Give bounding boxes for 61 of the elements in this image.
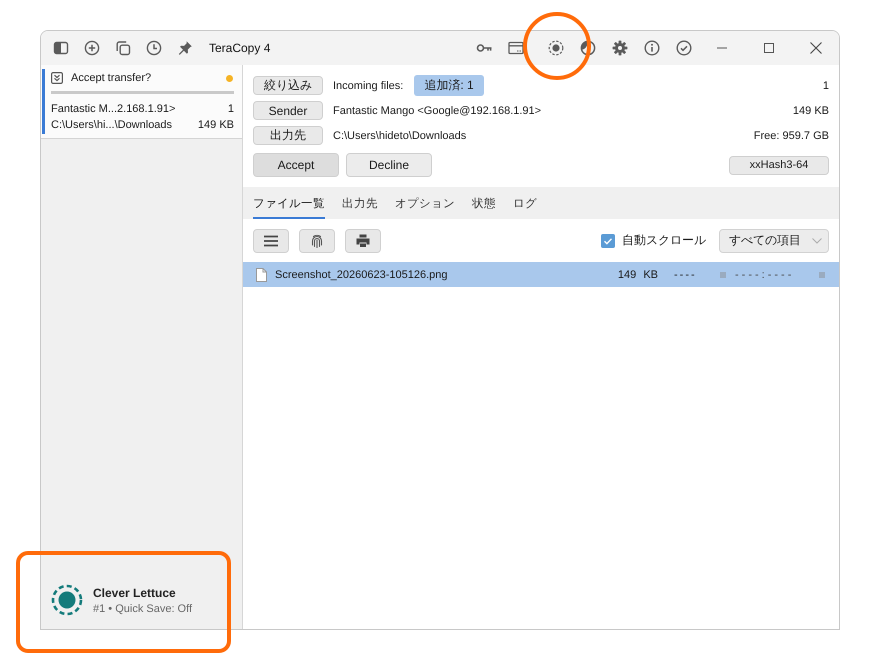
history-icon[interactable] <box>146 40 162 56</box>
transfer-size: 149 KB <box>198 118 234 133</box>
window-title: TeraCopy 4 <box>209 41 270 55</box>
sender-button[interactable]: Sender <box>253 101 323 120</box>
tab[interactable]: ファイル一覧 <box>253 187 325 219</box>
settings-icon[interactable] <box>612 40 628 56</box>
transfer-sender: Fantastic M...2.168.1.91> <box>51 102 176 117</box>
profile-detail: #1 • Quick Save: Off <box>93 602 192 614</box>
file-size: 149 KB <box>616 268 658 280</box>
double-chevron-down-icon <box>51 72 63 84</box>
menu-button[interactable] <box>253 228 289 252</box>
highlight-circle <box>523 12 591 80</box>
filter-button[interactable]: 絞り込み <box>253 76 323 95</box>
destination-path: C:\Users\hideto\Downloads <box>333 130 466 142</box>
print-button[interactable] <box>345 228 381 252</box>
free-space: Free: 959.7 GB <box>754 130 829 142</box>
profile-ring-icon <box>51 584 83 616</box>
menu-icon <box>264 234 278 246</box>
file-cell-text: ---- <box>674 268 698 280</box>
card-icon[interactable] <box>508 40 524 56</box>
destination-button[interactable]: 出力先 <box>253 126 323 145</box>
copy-icon[interactable] <box>115 40 131 56</box>
profile-name: Clever Lettuce <box>93 586 177 600</box>
filter-dropdown[interactable]: すべての項目 <box>719 228 829 252</box>
fingerprint-button[interactable] <box>299 228 335 252</box>
tab[interactable]: オプション <box>395 187 455 219</box>
maximize-icon <box>764 43 774 53</box>
add-icon[interactable] <box>84 40 100 56</box>
contrast-icon[interactable] <box>580 40 596 56</box>
pin-icon[interactable] <box>177 40 193 56</box>
added-count-badge: 追加済: 1 <box>414 75 484 96</box>
tab[interactable]: 状態 <box>472 187 496 219</box>
check-circle-icon[interactable] <box>676 40 692 56</box>
total-size: 149 KB <box>792 104 829 116</box>
tab[interactable]: ログ <box>513 187 537 219</box>
file-icon <box>256 268 267 282</box>
auto-scroll-label[interactable]: 自動スクロール <box>622 232 706 249</box>
fingerprint-icon <box>310 234 324 248</box>
record-icon[interactable] <box>548 40 564 56</box>
status-square-icon <box>720 272 726 278</box>
info-icon[interactable] <box>644 40 660 56</box>
file-count: 1 <box>822 80 829 92</box>
chevron-down-icon <box>812 238 822 244</box>
checkbox[interactable] <box>601 234 615 248</box>
status-square-icon <box>819 272 825 278</box>
transfer-path: C:\Users\hi...\Downloads <box>51 118 172 133</box>
decline-button[interactable]: Decline <box>346 153 432 177</box>
close-icon <box>810 42 822 54</box>
hash-button[interactable]: xxHash3-64 <box>729 156 829 174</box>
sidebar-toggle-icon[interactable] <box>53 40 69 56</box>
file-cell-text: ----:---- <box>735 268 796 280</box>
sender-text: Fantastic Mango <Google@192.168.1.91> <box>333 104 542 116</box>
file-row[interactable]: Screenshot_20260623-105126.png 149 KB ---- ----:---- <box>243 262 839 287</box>
tab[interactable]: 出力先 <box>342 187 378 219</box>
accept-button[interactable]: Accept <box>253 153 339 177</box>
transfer-title: Accept transfer? <box>71 72 152 84</box>
printer-icon <box>356 234 370 247</box>
transfer-item[interactable]: Accept transfer? Fantastic M...2.168.1.91> 1 C:\Users\hi...\Downloads 149 KB <box>41 65 242 139</box>
file-name: Screenshot_20260623-105126.png <box>275 268 448 280</box>
transfer-count: 1 <box>228 102 234 117</box>
incoming-files-label: Incoming files: <box>333 80 404 92</box>
